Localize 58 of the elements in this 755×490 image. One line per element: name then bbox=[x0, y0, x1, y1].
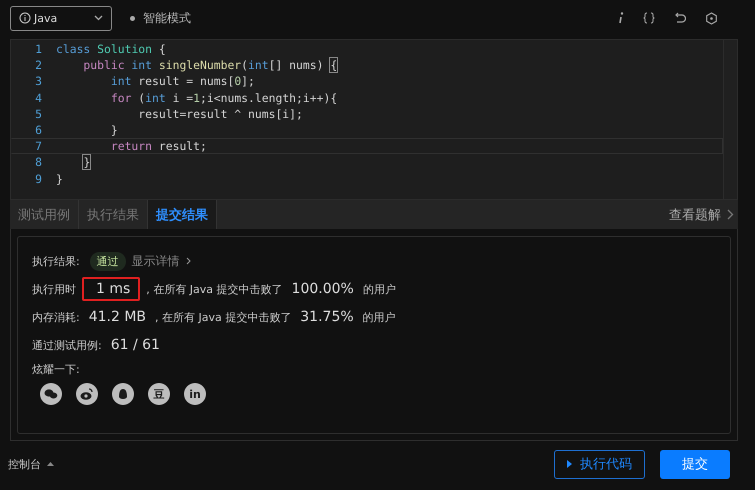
result-tab[interactable]: 提交结果 bbox=[148, 200, 217, 229]
tests-value: 61 / 61 bbox=[110, 337, 161, 353]
line-number: 5 bbox=[34, 106, 43, 121]
code-line: for (int i =1;i<nums.length;i++){ bbox=[110, 90, 338, 105]
code-line: public int singleNumber(int[] nums) { bbox=[82, 58, 338, 72]
settings-icon[interactable] bbox=[705, 12, 718, 24]
code-line: result=result ^ nums[i]; bbox=[137, 106, 303, 121]
line-number: 2 bbox=[34, 58, 43, 72]
code-line: } bbox=[82, 155, 90, 170]
console-toggle[interactable]: 控制台 bbox=[8, 456, 41, 472]
share-label: 炫耀一下: bbox=[32, 362, 80, 376]
share-icon[interactable]: 豆 bbox=[148, 383, 170, 405]
info-icon bbox=[19, 12, 31, 24]
undo-icon[interactable] bbox=[674, 12, 686, 24]
line-number: 1 bbox=[34, 42, 43, 56]
caret-up-icon[interactable] bbox=[47, 462, 54, 466]
mode-label[interactable]: 智能模式 bbox=[143, 10, 191, 26]
share-icon[interactable]: in bbox=[184, 383, 206, 405]
chat-icon[interactable] bbox=[40, 383, 62, 405]
line-number: 4 bbox=[34, 90, 43, 105]
code-line: } bbox=[56, 172, 63, 186]
status-badge: 通过 bbox=[90, 252, 126, 270]
run-code-button[interactable]: 执行代码 bbox=[554, 450, 645, 478]
stat-value: 1 ms bbox=[82, 277, 140, 301]
code-line: class Solution { bbox=[56, 42, 166, 56]
percent-value: 31.75% bbox=[299, 309, 355, 325]
code-line: int result = nums[0]; bbox=[110, 74, 255, 88]
chevron-down-icon bbox=[94, 15, 103, 21]
stat-suffix: 的用户 bbox=[362, 310, 396, 324]
stat-label: 执行用时 bbox=[32, 282, 76, 296]
submit-button[interactable]: 提交 bbox=[660, 450, 730, 478]
solution-link[interactable]: 查看题解 bbox=[669, 206, 721, 224]
code-line: return result; bbox=[110, 139, 207, 154]
tests-label: 通过测试用例: bbox=[32, 338, 102, 352]
result-tab[interactable]: 测试用例 bbox=[10, 200, 79, 229]
braces-icon[interactable] bbox=[643, 12, 655, 24]
code-editor[interactable]: 1 class Solution { 2 public int singleNumber(int[] nums) { 3 int result = nums[0]; 4 for (int i =1;i<nums.length;i++){ 5 result=result ^ nums[i]; 6 } 7 return result; 8 } 9 } bbox=[10, 39, 738, 200]
line-number: 7 bbox=[34, 139, 43, 154]
stat-text: , 在所有 Java 提交中击败了 bbox=[146, 282, 283, 296]
code-line: } bbox=[110, 123, 118, 138]
line-number: 6 bbox=[34, 123, 43, 138]
info-icon[interactable] bbox=[618, 12, 624, 24]
stat-text: , 在所有 Java 提交中击败了 bbox=[155, 310, 292, 324]
line-number: 8 bbox=[34, 155, 43, 170]
language-dropdown[interactable]: Java bbox=[10, 6, 112, 30]
chevron-right-icon bbox=[186, 257, 191, 265]
result-label: 执行结果: bbox=[32, 254, 80, 268]
eye-icon[interactable] bbox=[76, 383, 98, 405]
chevron-right-icon[interactable] bbox=[727, 209, 734, 220]
details-link[interactable]: 显示详情 bbox=[132, 252, 180, 270]
stat-suffix: 的用户 bbox=[362, 282, 396, 296]
percent-value: 100.00% bbox=[290, 281, 355, 297]
stat-value: 41.2 MB bbox=[88, 309, 148, 325]
line-number: 9 bbox=[34, 172, 43, 186]
stat-label: 内存消耗: bbox=[32, 310, 80, 324]
play-icon bbox=[567, 460, 572, 468]
line-number: 3 bbox=[34, 74, 43, 88]
mode-dot bbox=[130, 16, 135, 20]
